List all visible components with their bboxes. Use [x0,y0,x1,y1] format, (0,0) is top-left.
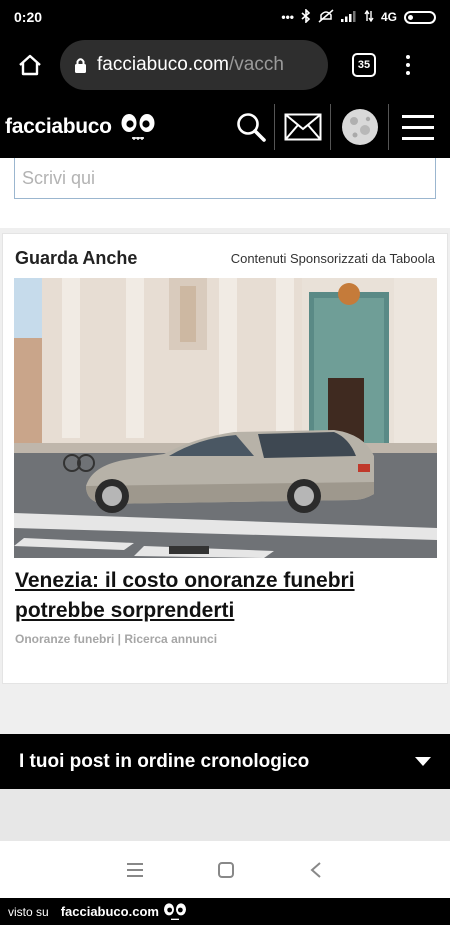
card-title: Guarda Anche [15,248,138,268]
status-icons: ••• 4G [281,7,436,26]
home-button[interactable] [10,45,50,85]
eyes-logo-icon [121,114,155,140]
data-arrows-icon [364,9,374,25]
home-icon [19,54,41,76]
messages-button[interactable] [274,104,330,150]
caret-down-icon [415,757,431,766]
dots-icon: ••• [281,10,294,24]
mail-icon [284,113,321,141]
status-bar: 0:20 ••• 4G [0,0,450,34]
comment-section [0,158,450,228]
url-path: /vacch [229,54,284,75]
feed-order-label: I tuoi post in ordine cronologico [19,750,310,772]
signal-icon [340,10,357,25]
search-icon [237,113,266,142]
footer-prefix: visto su [8,904,49,919]
tab-switcher-button[interactable]: 35 [352,53,376,77]
site-logo[interactable]: facciabuco [0,112,228,142]
ad-headline-link[interactable]: Venezia: il costo onoranze funebri potre… [15,566,435,626]
address-bar[interactable]: facciabuco.com/vacch [60,40,328,90]
back-icon[interactable] [309,861,323,879]
more-vert-icon[interactable] [406,55,410,75]
sponsor-label[interactable]: Contenuti Sponsorizzati da Taboola [231,251,435,266]
main-menu-button[interactable] [388,104,446,150]
feed-order-dropdown[interactable]: I tuoi post in ordine cronologico [0,734,450,789]
eyes-logo-icon [163,902,186,920]
status-time: 0:20 [14,9,43,25]
home-square-icon[interactable] [218,861,234,878]
content-gap [0,789,450,841]
avatar-icon [341,109,378,145]
battery-icon [404,10,436,24]
sponsored-card: Guarda Anche Contenuti Sponsorizzati da … [2,233,448,684]
bluetooth-icon [301,7,311,26]
hamburger-icon [401,114,434,140]
ad-source: Onoranze funebri | Ricerca annunci [15,632,218,646]
site-header: facciabuco [0,96,450,158]
watermark-footer: visto su facciabuco.com [0,898,450,925]
lock-icon [75,57,86,73]
logo-text: facciabuco [5,115,112,138]
browser-toolbar: facciabuco.com/vacch 35 [0,34,450,96]
card-header: Guarda Anche Contenuti Sponsorizzati da … [15,248,435,269]
recents-icon[interactable] [127,862,143,877]
url-host: facciabuco.com [97,54,230,75]
profile-button[interactable] [330,104,388,150]
footer-brand: facciabuco.com [60,904,159,919]
android-nav-bar [0,841,450,898]
comment-input[interactable] [14,158,436,199]
ad-photo [14,278,437,558]
network-type: 4G [380,10,397,24]
ad-image[interactable] [14,278,437,558]
search-button[interactable] [228,104,274,150]
mute-icon [318,8,334,26]
